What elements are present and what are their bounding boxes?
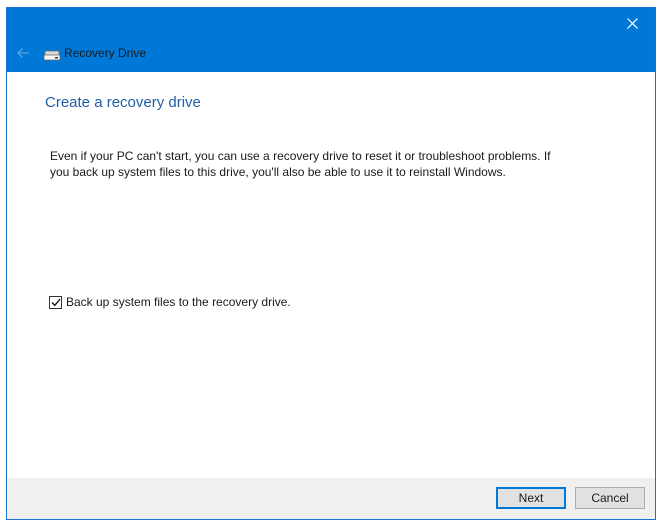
close-button[interactable] [609,8,655,38]
next-button[interactable]: Next [496,487,566,509]
back-arrow-icon [17,48,29,58]
description-line-1: Even if your PC can't start, you can use… [50,149,551,163]
close-icon [626,17,638,29]
title-bar: Recovery Drive [7,8,655,72]
backup-system-files-option[interactable]: Back up system files to the recovery dri… [49,295,291,309]
backup-system-files-label[interactable]: Back up system files to the recovery dri… [66,295,291,309]
checkmark-icon [51,298,61,306]
description-text: Even if your PC can't start, you can use… [50,148,570,180]
backup-system-files-checkbox[interactable] [49,295,62,309]
back-button[interactable] [11,42,35,64]
window-title: Recovery Drive [64,46,147,60]
dialog-footer: Next Cancel [7,478,655,519]
cancel-button[interactable]: Cancel [575,487,645,509]
description-line-2: you back up system files to this drive, … [50,165,506,179]
recovery-drive-window: Recovery Drive Create a recovery drive E… [6,7,656,520]
drive-icon [43,50,61,61]
page-heading: Create a recovery drive [45,94,201,111]
